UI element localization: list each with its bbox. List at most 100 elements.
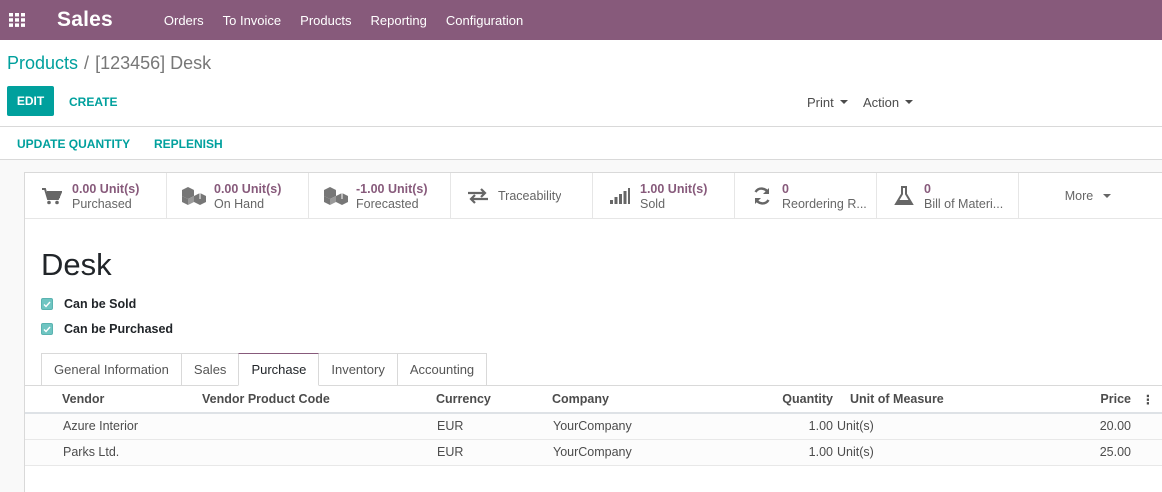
can-be-sold-field: Can be Sold — [41, 297, 136, 311]
notebook-tabs: General Information Sales Purchase Inven… — [41, 353, 488, 386]
tab-inventory[interactable]: Inventory — [318, 353, 398, 386]
sold-smart-button[interactable]: 1.00 Unit(s) Sold — [593, 173, 735, 219]
tab-purchase[interactable]: Purchase — [238, 353, 320, 386]
control-panel: Products / [123456] Desk EDIT CREATE Print… — [0, 40, 1162, 127]
sold-value: 1.00 Unit(s) — [640, 181, 708, 196]
cubes-icon — [323, 183, 349, 209]
menu-item-reporting[interactable]: Reporting — [370, 13, 426, 28]
tab-general-information[interactable]: General Information — [41, 353, 182, 386]
can-be-purchased-checkbox[interactable] — [41, 323, 53, 335]
row-spacer — [25, 439, 62, 466]
traceability-smart-button[interactable]: Traceability — [451, 173, 593, 219]
replenish-button[interactable]: REPLENISH — [154, 137, 223, 151]
more-smart-buttons-dropdown[interactable]: More — [1019, 173, 1157, 219]
purchased-label: Purchased — [72, 196, 132, 211]
signal-bars-icon — [607, 183, 633, 209]
caret-down-icon — [839, 100, 848, 104]
breadcrumb-current: [123456] Desk — [95, 53, 212, 73]
row-spacer — [25, 413, 62, 440]
cubes-icon — [181, 183, 207, 209]
edit-button[interactable]: EDIT — [7, 86, 54, 116]
menu-item-orders[interactable]: Orders — [164, 13, 204, 28]
can-be-sold-label: Can be Sold — [64, 297, 137, 311]
action-dropdown[interactable]: Action — [863, 95, 914, 110]
product-name: Desk — [41, 247, 112, 282]
on-hand-smart-button[interactable]: 0.00 Unit(s) On Hand — [167, 173, 309, 219]
sold-label: Sold — [640, 196, 666, 211]
forecasted-label: Forecasted — [356, 196, 419, 211]
apps-menu-button[interactable] — [0, 0, 34, 40]
currency-cell: EUR — [436, 413, 552, 440]
breadcrumb-separator: / — [84, 53, 90, 73]
main-menu: Orders To Invoice Products Reporting Con… — [164, 13, 542, 28]
bom-value: 0 — [924, 181, 931, 196]
action-label: Action — [863, 95, 900, 110]
column-header-price[interactable]: Price — [1030, 386, 1131, 414]
checkmark-icon — [43, 301, 51, 308]
quantity-cell: 1.00 — [712, 413, 833, 440]
column-header-company[interactable]: Company — [552, 386, 712, 414]
menu-item-configuration[interactable]: Configuration — [446, 13, 523, 28]
can-be-purchased-label: Can be Purchased — [64, 322, 174, 336]
row-end-spacer — [1131, 439, 1162, 466]
on-hand-value: 0.00 Unit(s) — [214, 181, 282, 196]
form-sheet: 0.00 Unit(s) Purchased 0.00 Unit(s) On Han… — [24, 172, 1162, 492]
tab-accounting[interactable]: Accounting — [396, 353, 488, 386]
table-header-spacer — [25, 386, 62, 414]
caret-down-icon — [905, 100, 914, 104]
vendor-product-code-cell — [202, 439, 436, 466]
top-navbar: Sales Orders To Invoice Products Reporti… — [0, 0, 1162, 40]
menu-item-products[interactable]: Products — [300, 13, 351, 28]
smart-button-box: 0.00 Unit(s) Purchased 0.00 Unit(s) On Han… — [25, 173, 1162, 219]
create-button[interactable]: CREATE — [69, 95, 117, 109]
bill-of-materials-smart-button[interactable]: 0 Bill of Materi... — [877, 173, 1019, 219]
price-cell: 25.00 — [1030, 439, 1131, 466]
column-header-quantity[interactable]: Quantity — [712, 386, 833, 414]
table-header-row: Vendor Vendor Product Code Currency Comp… — [25, 386, 1162, 414]
menu-item-to-invoice[interactable]: To Invoice — [223, 13, 282, 28]
app-title[interactable]: Sales — [57, 8, 113, 32]
grid-icon — [9, 13, 25, 27]
traceability-label: Traceability — [498, 189, 562, 203]
can-be-sold-checkbox[interactable] — [41, 298, 53, 310]
company-cell: YourCompany — [552, 439, 712, 466]
optional-columns-icon[interactable]: ⋮ — [1131, 386, 1162, 414]
row-end-spacer — [1131, 413, 1162, 440]
update-quantity-button[interactable]: UPDATE QUANTITY — [17, 137, 130, 151]
forecasted-smart-button[interactable]: -1.00 Unit(s) Forecasted — [309, 173, 451, 219]
form-statusbar: UPDATE QUANTITY REPLENISH — [0, 127, 1162, 160]
vendor-product-code-cell — [202, 413, 436, 440]
currency-cell: EUR — [436, 439, 552, 466]
column-header-unit-of-measure[interactable]: Unit of Measure — [833, 386, 1030, 414]
refresh-icon — [749, 183, 775, 209]
reordering-label: Reordering R... — [782, 196, 867, 211]
on-hand-label: On Hand — [214, 196, 265, 211]
shopping-cart-icon — [39, 183, 65, 209]
purchased-smart-button[interactable]: 0.00 Unit(s) Purchased — [25, 173, 167, 219]
column-header-vendor[interactable]: Vendor — [62, 386, 202, 414]
purchased-value: 0.00 Unit(s) — [72, 181, 140, 196]
caret-down-icon — [1103, 194, 1112, 198]
can-be-purchased-field: Can be Purchased — [41, 322, 173, 336]
column-header-vendor-product-code[interactable]: Vendor Product Code — [202, 386, 436, 414]
unit-of-measure-cell: Unit(s) — [833, 413, 1030, 440]
reordering-rules-smart-button[interactable]: 0 Reordering R... — [735, 173, 877, 219]
company-cell: YourCompany — [552, 413, 712, 440]
column-header-currency[interactable]: Currency — [436, 386, 552, 414]
tab-sales[interactable]: Sales — [180, 353, 240, 386]
print-label: Print — [807, 95, 834, 110]
unit-of-measure-cell: Unit(s) — [833, 439, 1030, 466]
forecasted-value: -1.00 Unit(s) — [356, 181, 428, 196]
vendor-pricelist-table: Vendor Vendor Product Code Currency Comp… — [25, 386, 1162, 466]
table-row[interactable]: Parks Ltd. EUR YourCompany 1.00 Unit(s) … — [25, 439, 1162, 466]
print-dropdown[interactable]: Print — [807, 95, 848, 110]
checkmark-icon — [43, 326, 51, 333]
more-label: More — [1064, 189, 1094, 203]
bom-label: Bill of Materi... — [924, 196, 1004, 211]
table-row[interactable]: Azure Interior EUR YourCompany 1.00 Unit… — [25, 413, 1162, 440]
flask-icon — [891, 183, 917, 209]
breadcrumb-products-link[interactable]: Products — [7, 53, 78, 73]
vendor-cell: Azure Interior — [62, 413, 202, 440]
vendor-cell: Parks Ltd. — [62, 439, 202, 466]
breadcrumb: Products / [123456] Desk — [7, 53, 211, 74]
